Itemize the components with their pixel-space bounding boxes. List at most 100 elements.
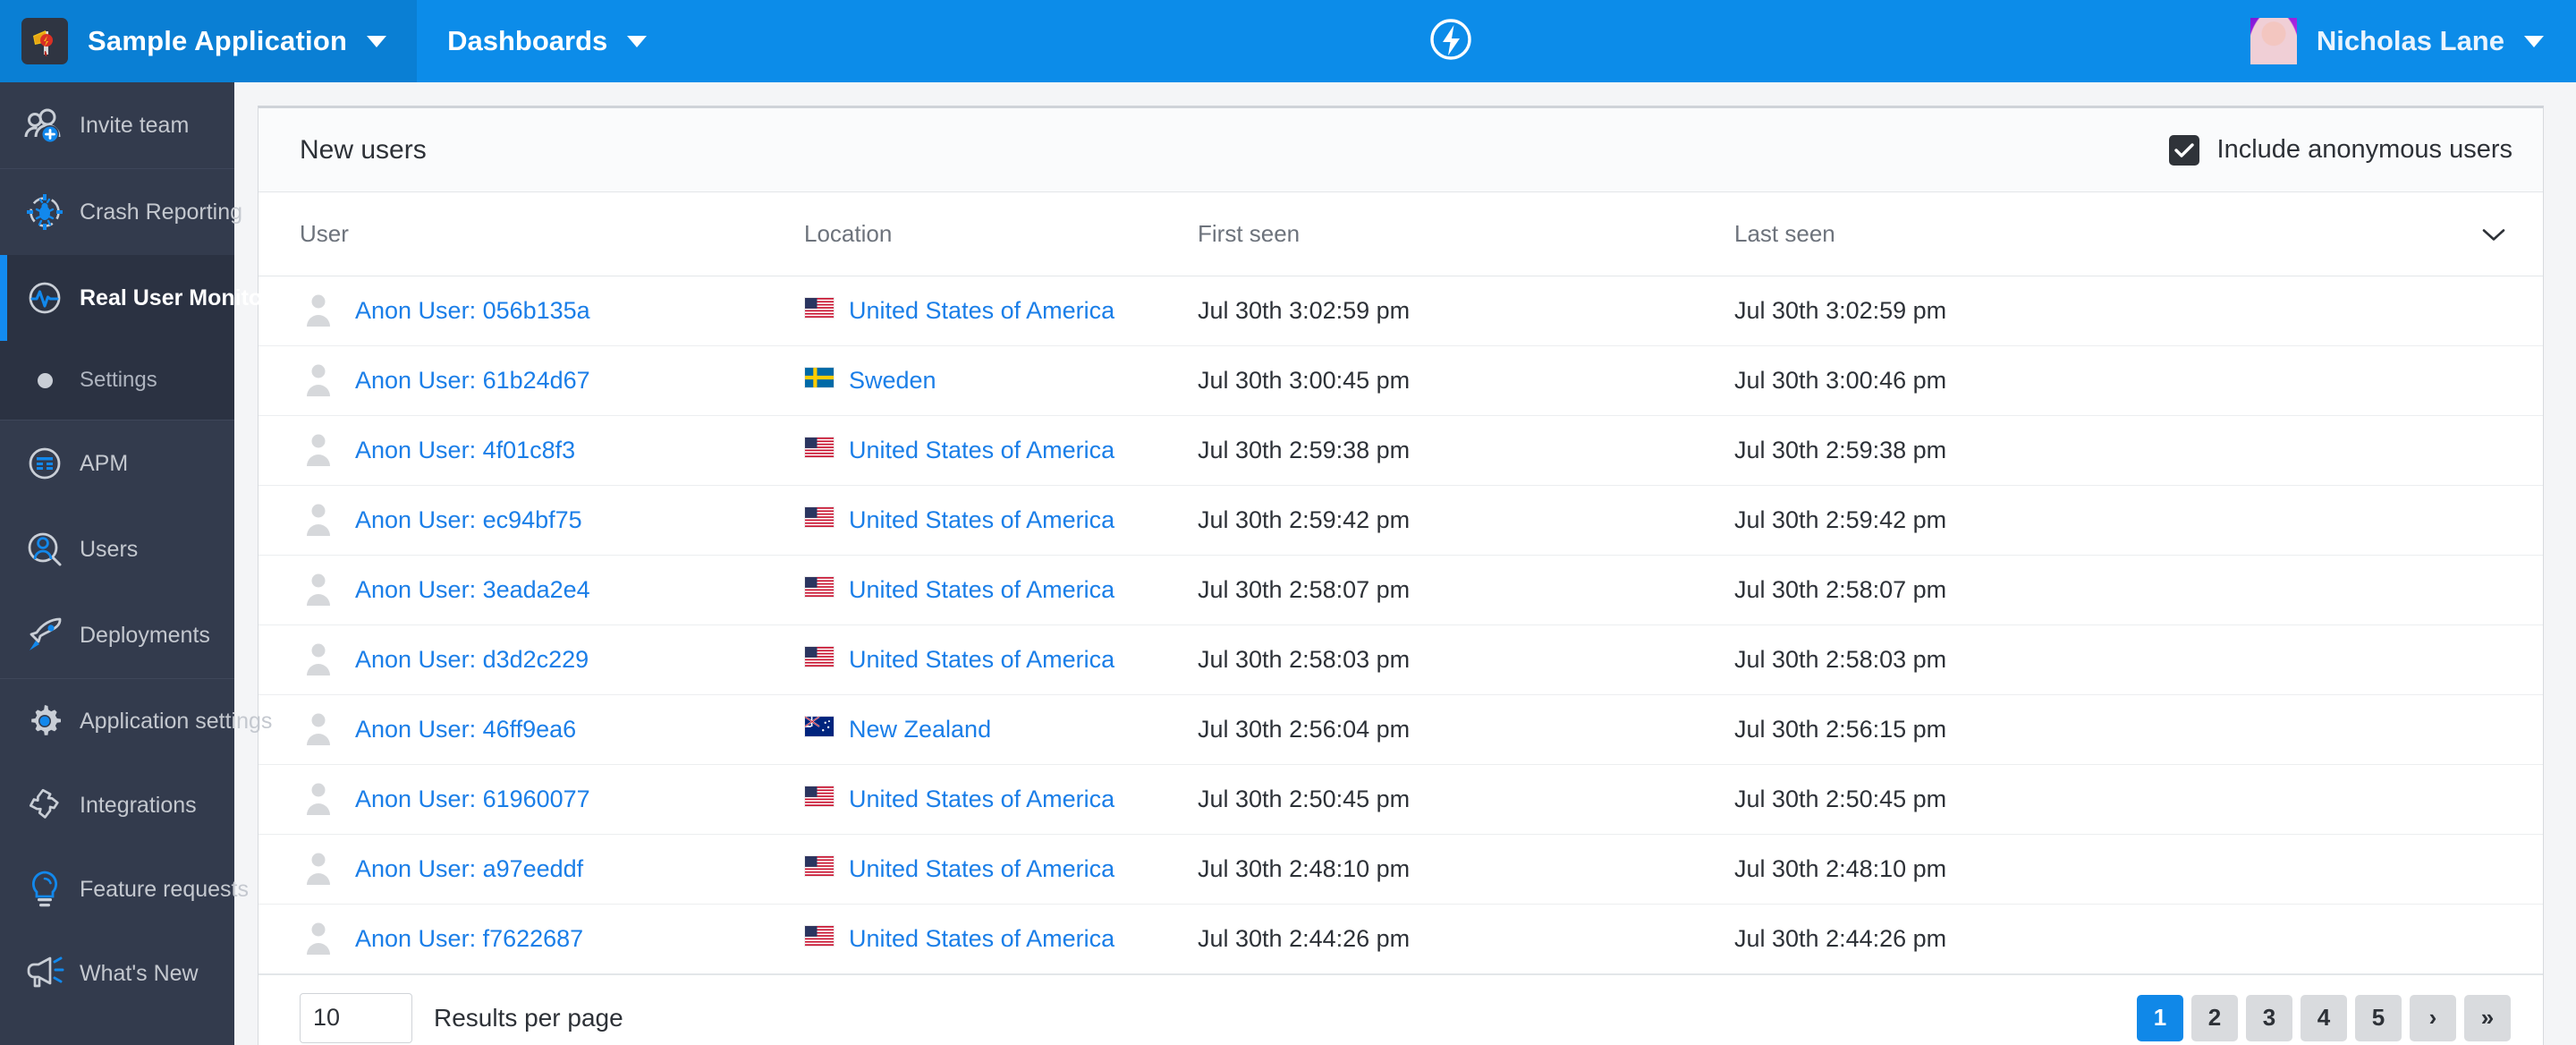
nav-dashboards-label: Dashboards xyxy=(447,25,608,56)
rocket-icon xyxy=(19,614,71,657)
user-link[interactable]: Anon User: 3eada2e4 xyxy=(355,576,590,604)
pagination-button[interactable]: 4 xyxy=(2301,994,2347,1041)
sidebar-item-apm[interactable]: APM xyxy=(0,421,234,506)
cell-user: Anon User: 61960077 xyxy=(258,764,804,835)
avatar-placeholder-icon xyxy=(300,638,337,682)
sidebar-item-crash-reporting[interactable]: Crash Reporting xyxy=(0,169,242,255)
sidebar-item-label: What's New xyxy=(80,960,199,986)
table-footer: Results per page 12345›» xyxy=(258,974,2543,1045)
location-link[interactable]: United States of America xyxy=(849,576,1114,604)
cell-location: United States of America xyxy=(804,555,1198,625)
sidebar-item-feature-requests[interactable]: Feature requests xyxy=(0,847,249,931)
sidebar-item-label: Users xyxy=(80,536,139,562)
user-link[interactable]: Anon User: 4f01c8f3 xyxy=(355,437,575,464)
pagination-button[interactable]: 2 xyxy=(2191,994,2238,1041)
user-link[interactable]: Anon User: 61b24d67 xyxy=(355,367,590,395)
results-per-page-input[interactable] xyxy=(300,992,412,1043)
location-link[interactable]: United States of America xyxy=(849,855,1114,883)
chevron-down-icon xyxy=(2524,35,2544,47)
results-per-page-label: Results per page xyxy=(434,1003,623,1032)
avatar-placeholder-icon xyxy=(300,708,337,752)
sidebar-item-label: Feature requests xyxy=(80,876,249,902)
table-header: User Location First seen Last seen xyxy=(258,192,2543,276)
real-user-monitoring-icon xyxy=(19,276,71,319)
table-row: Anon User: a97eeddf United States of Amer… xyxy=(258,834,2543,905)
sidebar-item-application-settings[interactable]: Application settings xyxy=(0,679,272,763)
nav-dashboards[interactable]: Dashboards xyxy=(417,0,677,82)
lightning-bolt-circle-icon[interactable] xyxy=(1428,16,1474,67)
table-row: Anon User: ec94bf75 United States of Amer… xyxy=(258,485,2543,556)
app-root: Sample Application Dashboards Nicholas L… xyxy=(0,0,2576,1045)
country-flag-icon xyxy=(804,646,835,674)
column-header-first-seen[interactable]: First seen xyxy=(1198,192,1734,276)
user-link[interactable]: Anon User: 056b135a xyxy=(355,297,590,325)
cell-last-seen: Jul 30th 2:48:10 pm xyxy=(1734,834,2543,905)
country-flag-icon xyxy=(804,855,835,883)
application-name: Sample Application xyxy=(88,25,348,56)
sidebar-item-label: Real User Monitoring xyxy=(80,285,305,310)
avatar-placeholder-icon xyxy=(300,917,337,961)
sidebar-item-integrations[interactable]: Integrations xyxy=(0,763,234,847)
cell-location: United States of America xyxy=(804,834,1198,905)
sidebar-item-settings[interactable]: Settings xyxy=(0,341,234,420)
sidebar-group-settings: Application settings Integrations Featur… xyxy=(0,679,272,1015)
sidebar: Invite team Crash Reporting Real User Mo… xyxy=(0,82,304,1045)
location-link[interactable]: United States of America xyxy=(849,925,1114,953)
location-link[interactable]: United States of America xyxy=(849,786,1114,813)
application-switcher[interactable]: Sample Application xyxy=(0,0,418,82)
location-link[interactable]: Sweden xyxy=(849,367,936,395)
user-link[interactable]: Anon User: a97eeddf xyxy=(355,855,583,883)
chevron-down-icon xyxy=(2482,220,2505,248)
table-row: Anon User: 3eada2e4 United States of Amer… xyxy=(258,555,2543,625)
sidebar-item-label: Crash Reporting xyxy=(80,199,243,225)
table-row: Anon User: d3d2c229 United States of Amer… xyxy=(258,624,2543,695)
table-row: Anon User: 4f01c8f3 United States of Amer… xyxy=(258,415,2543,486)
sidebar-item-invite-team[interactable]: Invite team xyxy=(0,82,234,168)
sidebar-item-users[interactable]: Users xyxy=(0,506,234,592)
cell-last-seen: Jul 30th 2:44:26 pm xyxy=(1734,904,2543,974)
column-header-last-seen[interactable]: Last seen xyxy=(1734,192,2543,276)
include-anonymous-users-checkbox[interactable]: Include anonymous users xyxy=(2168,134,2512,166)
sidebar-item-label: Application settings xyxy=(80,708,273,734)
sidebar-item-label: Invite team xyxy=(80,112,190,138)
pagination-button[interactable]: 5 xyxy=(2355,994,2402,1041)
location-link[interactable]: New Zealand xyxy=(849,716,991,743)
cell-user: Anon User: f7622687 xyxy=(258,904,804,974)
apm-icon xyxy=(19,442,71,485)
user-link[interactable]: Anon User: f7622687 xyxy=(355,925,583,953)
cell-last-seen: Jul 30th 3:02:59 pm xyxy=(1734,276,2543,346)
sidebar-item-whats-new[interactable]: What's New xyxy=(0,931,234,1015)
column-header-location[interactable]: Location xyxy=(804,192,1198,276)
cell-location: United States of America xyxy=(804,276,1198,346)
location-link[interactable]: United States of America xyxy=(849,506,1114,534)
location-link[interactable]: United States of America xyxy=(849,437,1114,464)
table-row: Anon User: 46ff9ea6 New Zealand Jul 30th 2… xyxy=(258,694,2543,765)
cell-user: Anon User: ec94bf75 xyxy=(258,485,804,556)
cell-user: Anon User: 4f01c8f3 xyxy=(258,415,804,486)
location-link[interactable]: United States of America xyxy=(849,646,1114,674)
user-menu[interactable]: Nicholas Lane xyxy=(2224,0,2576,82)
sidebar-item-label: APM xyxy=(80,450,129,476)
user-link[interactable]: Anon User: ec94bf75 xyxy=(355,506,582,534)
pagination-button[interactable]: 3 xyxy=(2246,994,2292,1041)
sidebar-group-invite: Invite team xyxy=(0,82,234,169)
country-flag-icon xyxy=(804,925,835,953)
user-link[interactable]: Anon User: 46ff9ea6 xyxy=(355,716,576,743)
column-header-user[interactable]: User xyxy=(258,192,804,276)
location-link[interactable]: United States of America xyxy=(849,297,1114,325)
user-link[interactable]: Anon User: 61960077 xyxy=(355,786,590,813)
crash-reporting-icon xyxy=(19,191,71,234)
sidebar-item-deployments[interactable]: Deployments xyxy=(0,592,234,678)
pagination-button[interactable]: 1 xyxy=(2137,994,2183,1041)
sidebar-item-real-user-monitoring[interactable]: Real User Monitoring xyxy=(0,255,304,341)
cell-location: New Zealand xyxy=(804,694,1198,765)
country-flag-icon xyxy=(804,437,835,464)
country-flag-icon xyxy=(804,297,835,325)
pagination: 1 2 3 4 5 ›» xyxy=(2137,994,2511,1041)
pagination-button[interactable]: › xyxy=(2410,994,2456,1041)
table-row: Anon User: 056b135a United States of Amer… xyxy=(258,276,2543,346)
cell-first-seen: Jul 30th 2:44:26 pm xyxy=(1198,904,1734,974)
sidebar-group-monitoring: Crash Reporting Real User Monitoring Set… xyxy=(0,169,304,421)
user-link[interactable]: Anon User: d3d2c229 xyxy=(355,646,589,674)
pagination-button[interactable]: » xyxy=(2464,994,2511,1041)
